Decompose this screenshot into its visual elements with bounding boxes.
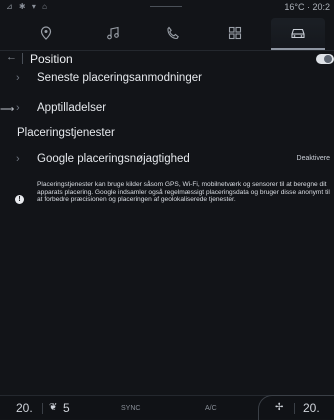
permissions-label: Apptilladelser bbox=[37, 102, 107, 114]
fan-icon[interactable]: ✢ bbox=[275, 402, 283, 413]
temp-time-readout: 16°C · 20:2 bbox=[284, 2, 330, 12]
ac-button[interactable]: A/C bbox=[205, 405, 217, 412]
list-item-permissions[interactable]: › Apptilladelser bbox=[0, 102, 334, 120]
grid-icon[interactable] bbox=[224, 22, 246, 44]
status-icons: ⊿ ✱ ▾ ⌂ bbox=[6, 2, 49, 11]
position-toggle[interactable] bbox=[316, 54, 334, 64]
music-note-icon[interactable] bbox=[102, 22, 124, 44]
climate-divider bbox=[294, 403, 295, 414]
fan-level[interactable]: 5 bbox=[63, 401, 70, 415]
chevron-right-icon: › bbox=[16, 153, 20, 165]
google-accuracy-label: Google placeringsnøjagtighed bbox=[37, 153, 190, 165]
sync-button[interactable]: SYNC bbox=[121, 405, 140, 412]
list-item-google-accuracy[interactable]: › Google placeringsnøjagtighed bbox=[0, 152, 334, 170]
info-text: Placeringstjenester kan bruge kilder sås… bbox=[37, 181, 330, 204]
status-bar: ⊿ ✱ ▾ ⌂ 16°C · 20:2 bbox=[0, 0, 334, 14]
car-icon[interactable] bbox=[287, 22, 309, 44]
toggle-knob bbox=[324, 55, 332, 63]
header-divider bbox=[22, 53, 23, 64]
location-pin-icon[interactable] bbox=[35, 22, 57, 44]
back-button[interactable]: ← bbox=[6, 51, 17, 63]
phone-icon[interactable] bbox=[162, 22, 184, 44]
top-nav bbox=[0, 14, 334, 51]
chevron-right-icon: › bbox=[16, 72, 20, 84]
climate-divider bbox=[42, 403, 43, 414]
list-item-recent-requests[interactable]: › Seneste placeringsanmodninger bbox=[0, 70, 334, 88]
page-title: Position bbox=[30, 52, 73, 66]
google-accuracy-status: Deaktivere bbox=[296, 155, 330, 162]
page-header: ← Position bbox=[0, 50, 334, 68]
chevron-right-icon: › bbox=[16, 102, 20, 114]
right-temperature[interactable]: 20. bbox=[303, 401, 320, 415]
climate-right-frame bbox=[258, 395, 334, 420]
climate-bar: 20. ❦ 5 SYNC A/C ✢ 20. bbox=[0, 395, 334, 420]
info-icon: ! bbox=[15, 195, 24, 204]
section-title: Placeringstjenester bbox=[17, 127, 115, 139]
status-handle bbox=[150, 6, 182, 7]
left-temperature[interactable]: 20. bbox=[16, 401, 33, 415]
recent-requests-label: Seneste placeringsanmodninger bbox=[37, 72, 202, 84]
seat-heat-icon[interactable]: ❦ bbox=[49, 402, 57, 413]
